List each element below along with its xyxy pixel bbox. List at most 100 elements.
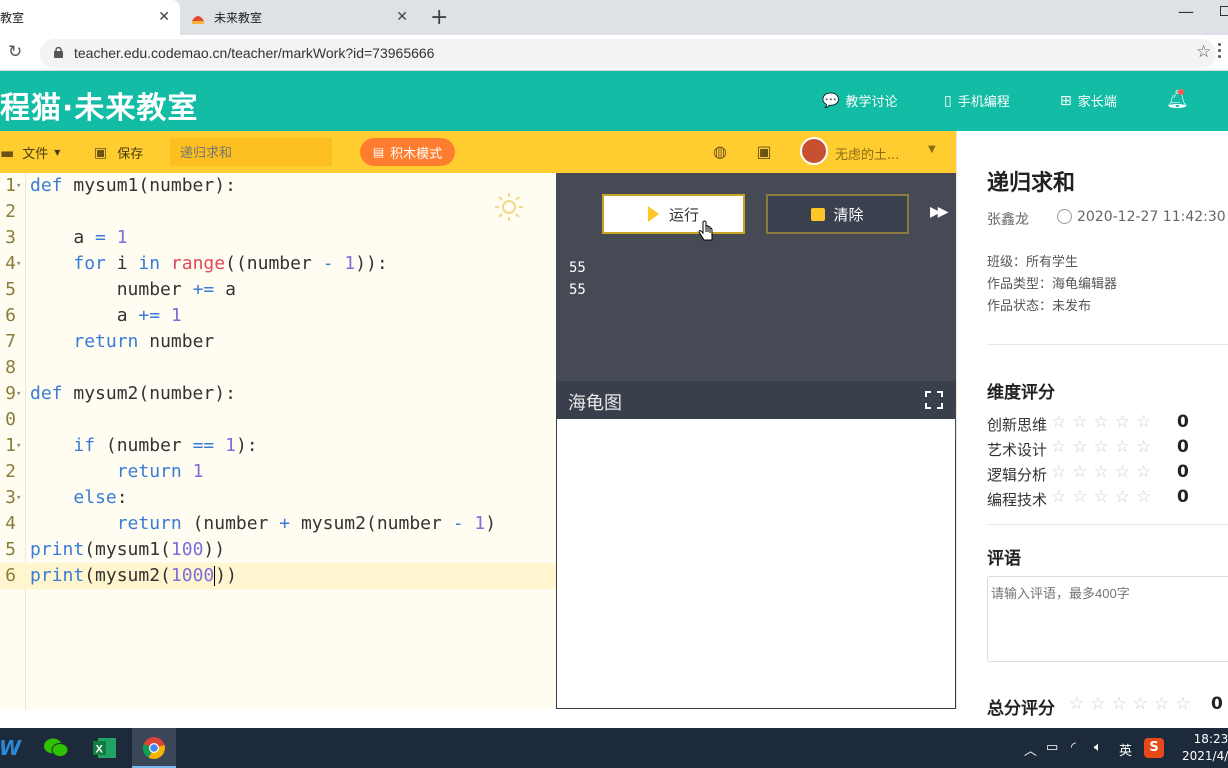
turtle-panel-title: 海龟图 <box>568 393 622 414</box>
comment-textarea[interactable] <box>987 576 1228 662</box>
fold-toggle-icon[interactable]: ▾ <box>16 381 21 407</box>
fold-toggle-icon[interactable]: ▾ <box>16 173 21 199</box>
turtle-panel-header: 海龟图 <box>556 381 956 419</box>
code-line[interactable]: 2 <box>0 199 556 225</box>
output-line: 55 <box>569 260 586 276</box>
taskbar-clock[interactable]: 18:23 2021/4/ <box>1182 731 1228 765</box>
tab-title: 教室 <box>0 11 25 25</box>
rating-row: 艺术设计 ☆☆☆☆☆ 0 <box>987 437 1227 459</box>
code-line[interactable]: 9 ▾ def mysum2(number): <box>0 381 556 407</box>
clock-time: 18:23 <box>1193 732 1228 746</box>
volume-icon[interactable]: 🔈︎ <box>1094 740 1102 755</box>
globe-icon[interactable]: ◍ <box>710 142 730 162</box>
code-line[interactable]: 6 a += 1 <box>0 303 556 329</box>
help-icon[interactable]: ▣ <box>754 142 774 162</box>
lock-icon <box>54 47 63 58</box>
os-taskbar: W X ︿ ▭ ◜ 🔈︎ 英 S 18:23 2021/4/ <box>0 728 1228 768</box>
code-line[interactable]: 5 number += a <box>0 277 556 303</box>
code-line[interactable]: 3 ▾ else: <box>0 485 556 511</box>
chrome-app-icon[interactable] <box>132 728 176 768</box>
chevron-down-icon[interactable]: ▼ <box>928 144 936 155</box>
fold-toggle-icon[interactable]: ▾ <box>16 251 21 277</box>
new-tab-icon[interactable]: + <box>430 5 448 30</box>
nav-parent[interactable]: ⊞ 家长端 <box>1060 91 1117 111</box>
omnibox[interactable]: teacher.edu.codemao.cn/teacher/markWork?… <box>40 39 1216 68</box>
grid-icon: ⊞ <box>1060 92 1072 109</box>
clear-button[interactable]: 清除 <box>766 194 909 234</box>
chevron-down-icon: ▼ <box>54 148 61 157</box>
block-mode-button[interactable]: ▤ 积木模式 <box>360 138 455 166</box>
code-line[interactable]: 4 return (number + mysum2(number - 1) <box>0 511 556 537</box>
total-score-row: 总分评分 ☆☆☆☆☆☆ 0 <box>987 694 1228 716</box>
avatar[interactable] <box>800 137 828 165</box>
work-title: 递归求和 <box>987 171 1076 196</box>
wifi-icon[interactable]: ◜ <box>1071 740 1076 755</box>
line-number: 1 <box>5 175 16 196</box>
code-line[interactable]: 6 print(mysum2(1000)) <box>0 563 556 589</box>
star-rating[interactable]: ☆☆☆☆☆☆ <box>1069 694 1196 714</box>
line-number: 8 <box>5 357 16 378</box>
browser-menu-icon[interactable] <box>1218 43 1222 61</box>
code-text: for i in range((number - 1)): <box>73 253 388 274</box>
svg-text:X: X <box>96 744 104 756</box>
file-label: 文件 <box>22 147 49 162</box>
address-bar: ↻ teacher.edu.codemao.cn/teacher/markWor… <box>0 35 1228 71</box>
code-text: if (number == 1): <box>73 435 258 456</box>
battery-icon[interactable]: ▭ <box>1046 740 1058 755</box>
ime-indicator[interactable]: 英 <box>1119 740 1132 759</box>
browser-tab-active[interactable]: 教室 ✕ <box>0 0 180 35</box>
run-button[interactable]: 运行 <box>602 194 745 234</box>
brand-logo[interactable]: 程猫·未来教室 <box>0 83 198 127</box>
code-line[interactable]: 3 a = 1 <box>0 225 556 251</box>
minimize-icon[interactable]: — <box>1178 2 1194 21</box>
maximize-icon[interactable] <box>1220 6 1228 16</box>
reload-icon[interactable]: ↻ <box>8 42 22 62</box>
text-caret <box>214 566 216 586</box>
star-rating[interactable]: ☆☆☆☆☆ <box>1051 437 1157 457</box>
code-line[interactable]: 2 return 1 <box>0 459 556 485</box>
code-line[interactable]: 0 <box>0 407 556 433</box>
line-number: 4 <box>5 253 16 274</box>
star-rating[interactable]: ☆☆☆☆☆ <box>1051 412 1157 432</box>
code-text: def mysum2(number): <box>30 383 236 404</box>
codemao-favicon-icon <box>192 15 204 24</box>
sogou-ime-icon[interactable]: S <box>1144 738 1164 758</box>
wechat-app-icon[interactable] <box>42 734 70 762</box>
nav-mobile-coding[interactable]: ▯ 手机编程 <box>944 91 1010 111</box>
tray-expand-icon[interactable]: ︿ <box>1024 740 1037 759</box>
turtle-canvas[interactable] <box>556 419 956 709</box>
bookmark-star-icon[interactable]: ☆ <box>1196 42 1211 62</box>
folder-icon: ▬ <box>0 143 15 162</box>
divider <box>987 344 1228 345</box>
fold-toggle-icon[interactable]: ▾ <box>16 485 21 511</box>
url-text: teacher.edu.codemao.cn/teacher/markWork?… <box>74 45 435 61</box>
blocks-icon: ▤ <box>372 145 385 159</box>
code-line[interactable]: 8 <box>0 355 556 381</box>
run-label: 运行 <box>668 205 699 224</box>
word-app-icon[interactable]: W <box>0 734 24 762</box>
browser-tab[interactable]: 未来教室 ✕ <box>182 0 418 35</box>
nav-discussion[interactable]: 💬 教学讨论 <box>822 91 897 111</box>
star-rating[interactable]: ☆☆☆☆☆ <box>1051 462 1157 482</box>
fullscreen-icon[interactable] <box>924 390 944 410</box>
fast-forward-icon[interactable]: ▶▶ <box>930 204 948 220</box>
save-button[interactable]: ▣ 保存 <box>94 143 143 163</box>
code-editor[interactable]: 1 ▾ def mysum1(number): 2 3 a = 1 4 ▾ for i in… <box>0 173 556 710</box>
code-line[interactable]: 7 return number <box>0 329 556 355</box>
code-line[interactable]: 5 print(mysum1(100)) <box>0 537 556 563</box>
close-tab-icon[interactable]: ✕ <box>158 9 170 25</box>
work-title-input[interactable] <box>170 138 332 166</box>
username[interactable]: 无虑的土... <box>835 144 899 163</box>
fold-toggle-icon[interactable]: ▾ <box>16 433 21 459</box>
excel-app-icon[interactable]: X <box>91 734 119 762</box>
code-line[interactable]: 1 ▾ def mysum1(number): <box>0 173 556 199</box>
save-icon: ▣ <box>94 144 108 161</box>
star-rating[interactable]: ☆☆☆☆☆ <box>1051 487 1157 507</box>
code-line[interactable]: 1 ▾ if (number == 1): <box>0 433 556 459</box>
close-tab-icon[interactable]: ✕ <box>396 9 408 25</box>
class-info: 班级：所有学生 <box>987 255 1079 270</box>
file-menu[interactable]: ▬ 文件 ▼ <box>0 143 61 163</box>
clock-date: 2021/4/ <box>1182 749 1228 763</box>
code-line[interactable]: 4 ▾ for i in range((number - 1)): <box>0 251 556 277</box>
output-line: 55 <box>569 282 586 298</box>
